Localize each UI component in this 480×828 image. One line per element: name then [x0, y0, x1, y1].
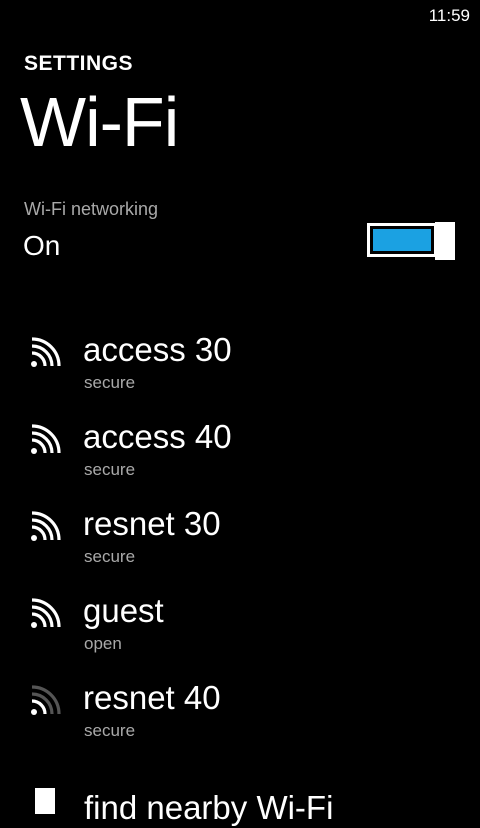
status-clock: 11:59 [428, 6, 470, 25]
network-item[interactable]: guest open [0, 591, 480, 678]
network-name: access 40 [83, 418, 232, 455]
network-name: resnet 40 [83, 679, 221, 716]
network-security: secure [84, 547, 136, 566]
find-nearby-wifi-item[interactable]: find nearby Wi-Fi [0, 780, 480, 826]
network-item[interactable]: resnet 30 secure [0, 504, 480, 591]
app-title: SETTINGS [24, 52, 134, 75]
toggle-thumb[interactable] [435, 222, 455, 260]
network-security: open [84, 634, 122, 653]
find-nearby-wifi-label: find nearby Wi-Fi [84, 789, 334, 826]
wifi-signal-icon [31, 337, 61, 367]
network-item[interactable]: access 40 secure [0, 417, 480, 504]
network-item[interactable]: resnet 40 secure [0, 678, 480, 765]
network-name: resnet 30 [83, 505, 221, 542]
toggle-fill [373, 229, 431, 251]
wifi-toggle-switch[interactable] [367, 222, 457, 260]
network-name: guest [83, 592, 164, 629]
toggle-track [367, 223, 437, 257]
network-security: secure [84, 721, 136, 740]
wifi-toggle-caption: Wi-Fi networking [24, 199, 159, 219]
wifi-signal-icon [31, 598, 61, 628]
wifi-toggle-state: On [23, 230, 61, 261]
network-security: secure [84, 373, 136, 392]
network-security: secure [84, 460, 136, 479]
search-icon [35, 788, 55, 814]
wifi-signal-icon [31, 685, 61, 715]
network-list: access 30 secure access 40 secure resnet… [0, 330, 480, 765]
network-item[interactable]: access 30 secure [0, 330, 480, 417]
wifi-signal-icon [31, 511, 61, 541]
wifi-signal-icon [31, 424, 61, 454]
status-bar: 11:59 [0, 0, 480, 32]
page-title: Wi-Fi [20, 83, 179, 161]
network-name: access 30 [83, 331, 232, 368]
